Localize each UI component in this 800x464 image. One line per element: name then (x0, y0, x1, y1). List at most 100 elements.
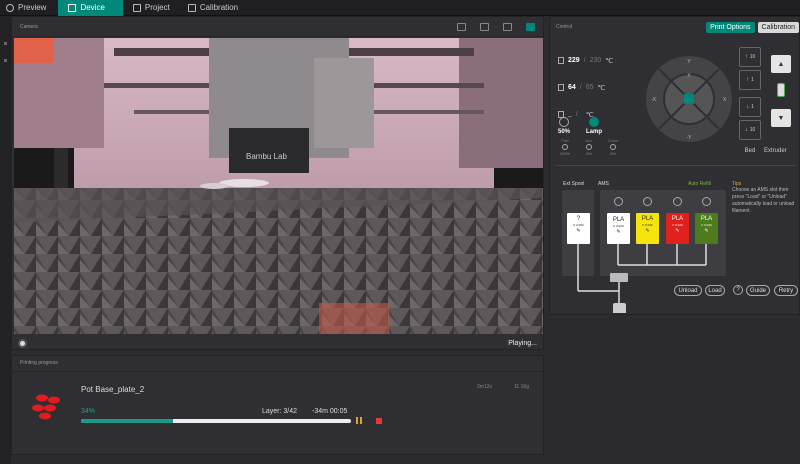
lamp-label: Lamp (586, 129, 603, 135)
camera-toggle-button[interactable] (18, 338, 27, 348)
printer-brand-label: Bambu Lab (246, 152, 287, 161)
progress-percent: 34% (81, 408, 96, 415)
playback-status: Playing... (508, 339, 537, 347)
edit-icon[interactable]: ✎ (576, 228, 580, 234)
filament-path-diagram (577, 244, 707, 313)
bed-temp-target[interactable]: 65 (586, 84, 594, 91)
ams-slot-reel-icon (643, 197, 652, 206)
bed-up-1-button[interactable]: ↑ 1 (739, 70, 761, 90)
tab-device[interactable]: Device (58, 0, 123, 16)
bed-down-1-button[interactable]: ↓ 1 (739, 97, 761, 117)
bed-temp-row[interactable]: 64 / 65 ℃ (558, 74, 640, 101)
jog-minus-y-label[interactable]: -Y (687, 135, 693, 141)
lamp-icon (589, 117, 600, 127)
print-file-name: Pot Base_plate_2 (81, 385, 145, 394)
camera-toolbar (457, 22, 535, 31)
ams-slot-4[interactable]: PLA K 0.020 ✎ (695, 213, 718, 244)
calibration-button[interactable]: Calibration (757, 21, 799, 33)
gear-icon (6, 3, 14, 12)
camera-feed: Bambu Lab (14, 38, 543, 334)
bed-up-10-button[interactable]: ↑ 10 (739, 47, 761, 67)
tab-label: Calibration (199, 3, 239, 12)
help-icon[interactable]: ? (733, 285, 743, 295)
edit-icon[interactable]: ✎ (645, 228, 649, 234)
speed-gauge-icon (559, 117, 569, 127)
progress-bar-fill (81, 419, 173, 423)
left-device-strip (0, 16, 11, 464)
chamber-fan[interactable]: Cham 0% (606, 138, 620, 156)
bed-heat-icon (558, 84, 564, 91)
aux-fan[interactable]: Aux 0% (582, 138, 596, 156)
extruder-up-button[interactable]: ▲ (771, 55, 791, 73)
temp-unit: ℃ (597, 84, 606, 92)
record-icon[interactable] (503, 22, 512, 31)
speed-control[interactable]: 50% (558, 117, 570, 135)
empty-area (549, 320, 800, 464)
bed-label: Bed (744, 148, 756, 154)
remaining-time: -34m 00:05 (312, 408, 348, 415)
nozzle-icon (558, 57, 564, 64)
tips-box: Tips Choose an AMS slot then press "Load… (732, 181, 798, 215)
part-fan[interactable]: Part 100% (558, 138, 572, 156)
nozzle-temp-target[interactable]: 230 (590, 57, 602, 64)
xy-jog-pad[interactable]: Y Y -Y -X X (645, 55, 733, 143)
extruder-controls: ▲ ▼ (768, 55, 794, 137)
ams-label: AMS (598, 181, 609, 187)
control-panel: Control Print Options Calibration 229 / … (549, 16, 800, 315)
control-header: Control Print Options Calibration (550, 17, 799, 37)
top-tab-bar: Preview Device Project Calibration (0, 0, 800, 16)
edit-icon[interactable]: ✎ (616, 229, 620, 235)
extruder-down-button[interactable]: ▼ (771, 109, 791, 127)
ams-slot-3[interactable]: PLA K 0.020 ✎ (666, 213, 689, 244)
auto-refill-link[interactable]: Auto Refill (688, 181, 711, 187)
ams-slot-reel-icon (673, 197, 682, 206)
stop-button[interactable] (376, 418, 382, 424)
ext-spool-slot[interactable]: ? K 0.000 ✎ (567, 213, 590, 244)
tab-label: Preview (18, 3, 47, 12)
unload-button[interactable]: Unload (674, 285, 702, 296)
divider (556, 165, 796, 166)
timelapse-icon[interactable] (480, 22, 489, 31)
guide-button[interactable]: Guide (746, 285, 770, 296)
print-options-button[interactable]: Print Options (706, 21, 755, 33)
camera-panel: Camera Bambu Lab Playing... (11, 16, 544, 350)
ams-slot-2[interactable]: PLA K 0.020 ✎ (636, 213, 659, 244)
print-weight: 11.16g (514, 384, 529, 390)
ams-slot-reel-icon (614, 197, 623, 206)
printer-icon (68, 3, 77, 12)
control-title: Control (556, 24, 573, 30)
ams-slot-1[interactable]: PLA K 0.020 ✎ (607, 213, 630, 244)
bed-down-10-button[interactable]: ↓ 10 (739, 120, 761, 140)
progress-title: Printing progress (12, 356, 543, 372)
tab-label: Project (144, 3, 170, 12)
jog-minus-x-label[interactable]: -X (651, 97, 657, 103)
sd-card-icon[interactable] (457, 22, 466, 31)
temp-unit: ℃ (605, 57, 614, 65)
tab-project[interactable]: Project (123, 0, 182, 16)
nozzle-temp-row[interactable]: 229 / 230 ℃ (558, 47, 640, 74)
device-dot-icon[interactable] (4, 42, 7, 45)
device-dot-icon[interactable] (4, 59, 7, 62)
fan-icon (562, 144, 568, 150)
tips-body: Choose an AMS slot then press "Load" or … (732, 187, 795, 214)
printing-progress-panel: Printing progress Pot Base_plate_2 2m12s… (11, 355, 544, 455)
pause-button[interactable] (356, 417, 364, 424)
calibration-icon (187, 3, 196, 12)
fan-row: Part 100% Aux 0% Cham 0% (558, 138, 620, 156)
camera-feed-image: Bambu Lab (14, 38, 543, 334)
load-button[interactable]: Load (705, 285, 725, 296)
project-icon (132, 3, 141, 12)
model-thumbnail (32, 394, 60, 420)
tab-preview[interactable]: Preview (0, 0, 58, 16)
camera-header: Camera (12, 17, 543, 37)
lamp-toggle[interactable]: Lamp (586, 117, 602, 135)
tab-calibration[interactable]: Calibration (182, 0, 250, 16)
speed-lamp-row: 50% Lamp (558, 117, 602, 135)
extruder-label: Extruder (764, 148, 787, 154)
retry-button[interactable]: Retry (774, 285, 798, 296)
edit-icon[interactable]: ✎ (675, 228, 679, 234)
temperature-block: 229 / 230 ℃ 64 / 65 ℃ _ / ℃ (558, 47, 640, 128)
camera-icon[interactable] (526, 22, 535, 31)
bed-z-controls: ↑ 10 ↑ 1 ↓ 1 ↓ 10 (739, 47, 761, 143)
edit-icon[interactable]: ✎ (704, 228, 708, 234)
